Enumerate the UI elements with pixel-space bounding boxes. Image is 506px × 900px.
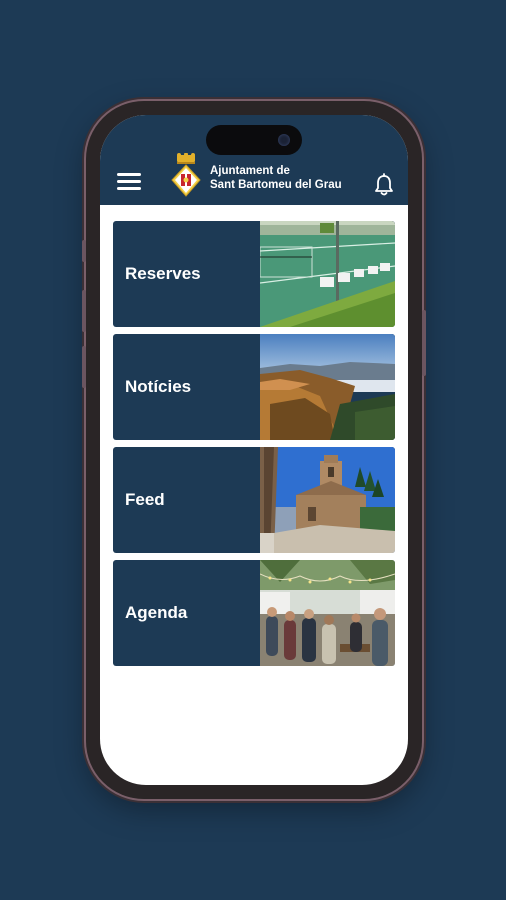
menu-card-label: Reserves: [125, 264, 201, 283]
title-line-2: Sant Bartomeu del Grau: [210, 179, 342, 191]
dynamic-island: [206, 125, 302, 155]
menu-card-feed[interactable]: Feed: [113, 447, 395, 553]
landscape-image: [260, 334, 395, 440]
volume-down-button: [82, 346, 86, 388]
tennis-court-image: [260, 221, 395, 327]
menu-card-label: Agenda: [125, 603, 188, 622]
app-screen: Ajuntament de Sant Bartomeu del Grau Res…: [100, 115, 408, 785]
menu-list: Reserves Notícies Feed Agenda: [113, 221, 395, 673]
camera-icon: [278, 134, 290, 146]
menu-card-agenda[interactable]: Agenda: [113, 560, 395, 666]
volume-up-button: [82, 290, 86, 332]
menu-card-label: Notícies: [125, 377, 192, 396]
menu-card-noticies[interactable]: Notícies: [113, 334, 395, 440]
menu-card-label: Feed: [125, 490, 165, 509]
coat-of-arms-logo: [171, 153, 201, 197]
bell-icon[interactable]: [373, 173, 395, 197]
menu-card-reserves[interactable]: Reserves: [113, 221, 395, 327]
hamburger-menu-icon[interactable]: [117, 173, 141, 193]
action-button: [82, 240, 86, 262]
market-image: [260, 560, 395, 666]
church-image: [260, 447, 395, 553]
power-button: [422, 310, 426, 376]
app-title: Ajuntament de Sant Bartomeu del Grau: [210, 164, 342, 192]
title-line-1: Ajuntament de: [210, 165, 290, 177]
